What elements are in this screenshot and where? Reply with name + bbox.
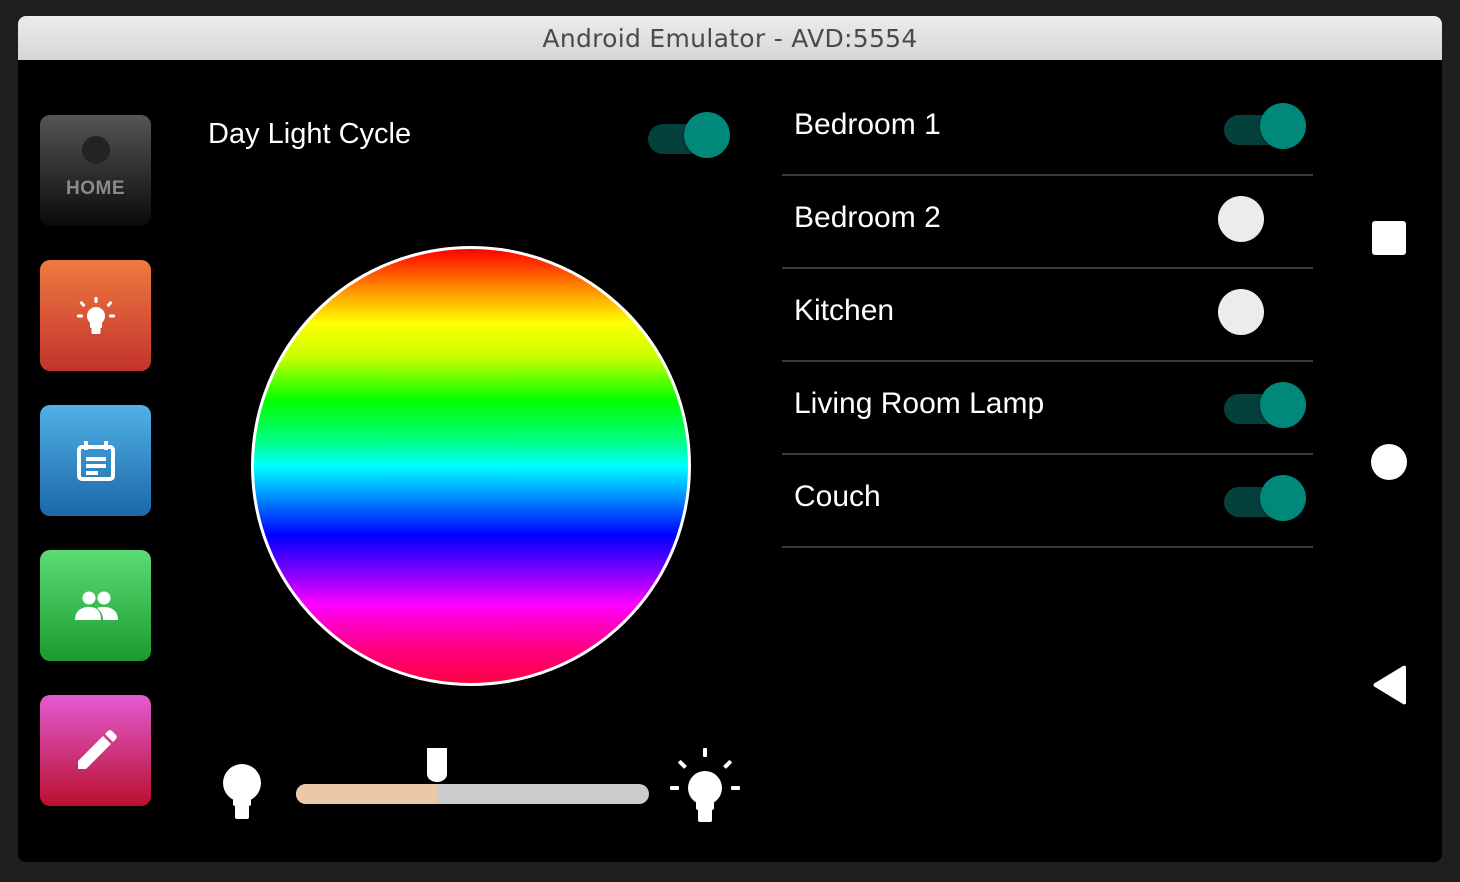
room-row-kitchen[interactable]: Kitchen xyxy=(782,268,1313,362)
toggle-knob xyxy=(1218,196,1264,242)
room-name: Bedroom 2 xyxy=(794,201,941,234)
pencil-icon xyxy=(77,729,117,769)
home-label: HOME xyxy=(66,177,125,199)
room-row-bedroom-2[interactable]: Bedroom 2 xyxy=(782,175,1313,269)
back-icon[interactable] xyxy=(1370,664,1410,706)
toggle-knob xyxy=(1218,289,1264,335)
room-toggle[interactable] xyxy=(1222,382,1306,428)
home-circle-icon[interactable] xyxy=(1371,444,1407,480)
slider-fill xyxy=(296,784,437,804)
slider-thumb[interactable] xyxy=(425,748,449,784)
day-light-cycle-toggle[interactable] xyxy=(646,112,730,158)
toggle-knob xyxy=(684,112,730,158)
room-name: Couch xyxy=(794,480,881,513)
brightness-slider[interactable] xyxy=(296,748,649,806)
room-name: Bedroom 1 xyxy=(794,108,941,141)
lightbulb-icon xyxy=(76,296,115,334)
room-toggle[interactable] xyxy=(1218,196,1302,242)
home-indicator-icon xyxy=(81,135,110,164)
people-icon xyxy=(74,591,118,620)
color-picker-wheel[interactable] xyxy=(251,246,691,686)
day-light-cycle-label: Day Light Cycle xyxy=(208,118,412,150)
calendar-icon xyxy=(76,440,115,481)
app-screen: HOME Day Light Cycle Bedroom 1 Bedroom 2… xyxy=(18,60,1442,862)
room-row-living-room-lamp[interactable]: Living Room Lamp xyxy=(782,361,1313,455)
nav-people-button[interactable] xyxy=(40,550,151,661)
nav-home-button[interactable]: HOME xyxy=(40,115,151,226)
room-row-bedroom-1[interactable]: Bedroom 1 xyxy=(782,82,1313,176)
room-name: Kitchen xyxy=(794,294,895,327)
room-toggle[interactable] xyxy=(1222,475,1306,521)
bright-bulb-icon xyxy=(670,748,740,822)
room-row-couch[interactable]: Couch xyxy=(782,454,1313,548)
room-toggle[interactable] xyxy=(1222,103,1306,149)
room-name: Living Room Lamp xyxy=(794,387,1045,420)
dim-bulb-icon xyxy=(223,764,261,819)
emulator-window: Android Emulator - AVD:5554 HOME Day Lig… xyxy=(18,16,1442,862)
recents-icon[interactable] xyxy=(1372,221,1406,255)
room-toggle[interactable] xyxy=(1218,289,1302,335)
toggle-knob xyxy=(1260,382,1306,428)
toggle-knob xyxy=(1260,475,1306,521)
nav-edit-button[interactable] xyxy=(40,695,151,806)
window-title: Android Emulator - AVD:5554 xyxy=(18,16,1442,61)
nav-lights-button[interactable] xyxy=(40,260,151,371)
toggle-knob xyxy=(1260,103,1306,149)
nav-schedule-button[interactable] xyxy=(40,405,151,516)
